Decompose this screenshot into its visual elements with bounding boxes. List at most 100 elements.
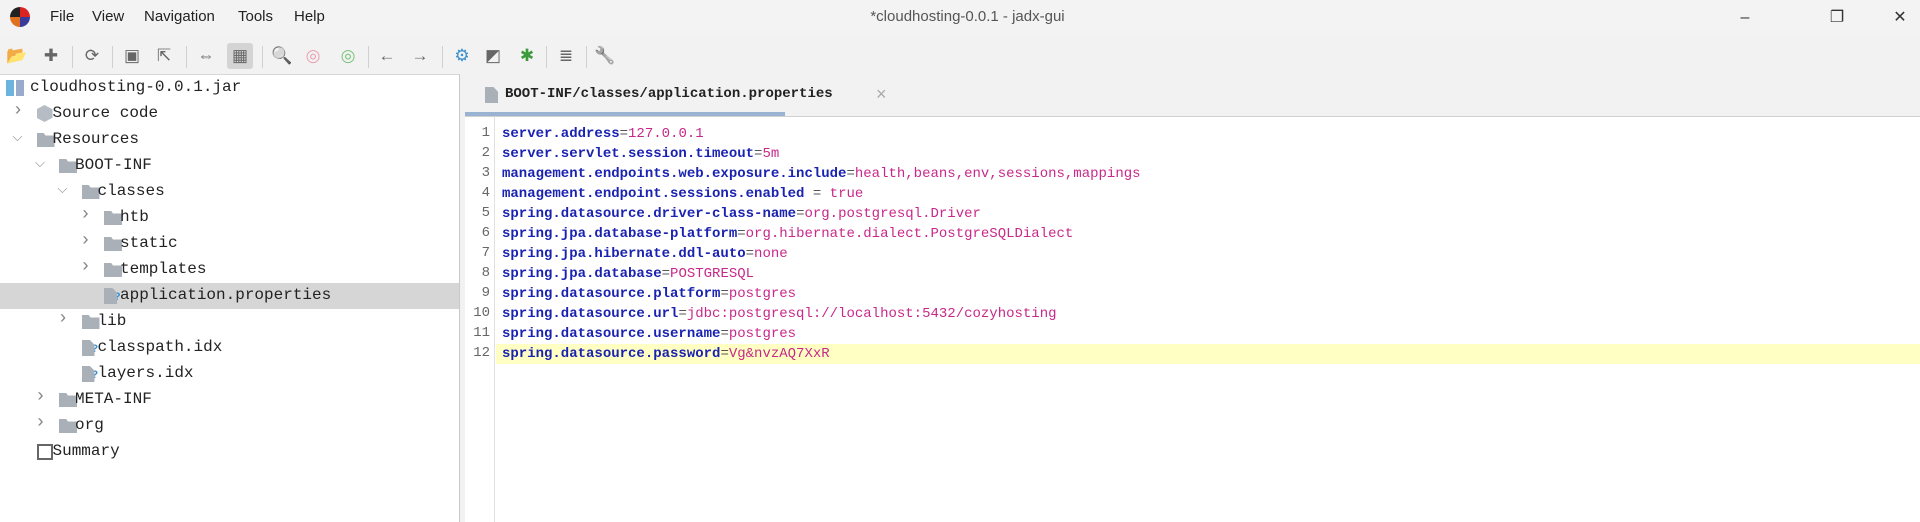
flatten-packages-button[interactable]: ▦: [227, 43, 253, 69]
tree-item-label: Source code: [52, 104, 159, 122]
open-file-button[interactable]: 📂: [4, 43, 30, 69]
search-text-icon: 🔍: [271, 46, 293, 65]
line-number: 9: [481, 285, 490, 301]
tree-item[interactable]: ? layers.idx: [0, 361, 459, 387]
search-text-button[interactable]: 🔍: [269, 43, 295, 69]
property-value: 127.0.0.1: [628, 126, 704, 142]
property-key: server.address: [502, 126, 620, 142]
tab-close-icon[interactable]: ×: [876, 84, 887, 105]
sync-with-editor-icon: ⇔: [197, 46, 215, 65]
back-button[interactable]: ←: [374, 43, 400, 69]
preferences-button[interactable]: 🔧: [592, 43, 618, 69]
toolbar-separator: [112, 46, 113, 68]
log-viewer-icon: ≣: [558, 46, 574, 65]
chevron-right-icon[interactable]: ›: [13, 101, 24, 121]
property-value: org.postgresql.Driver: [804, 206, 981, 222]
property-key: server.servlet.session.timeout: [502, 146, 755, 162]
code-line[interactable]: spring.datasource.url=jdbc:postgresql://…: [496, 304, 1920, 324]
code-line[interactable]: server.servlet.session.timeout=5m: [496, 144, 1920, 164]
chevron-down-icon[interactable]: ⌵: [58, 182, 68, 197]
chevron-right-icon[interactable]: ›: [80, 231, 91, 251]
line-number: 10: [473, 305, 490, 321]
save-all-icon: ▣: [123, 46, 141, 65]
tree-item[interactable]: cloudhosting-0.0.1.jar: [0, 75, 459, 101]
tree-item[interactable]: › templates: [0, 257, 459, 283]
toolbar-separator: [262, 46, 263, 68]
export-button[interactable]: ⇱: [151, 43, 177, 69]
tree-item-label: Summary: [52, 442, 120, 460]
quark-button[interactable]: ◩: [480, 43, 506, 69]
chevron-right-icon[interactable]: ›: [35, 413, 46, 433]
tree-item[interactable]: › org: [0, 413, 459, 439]
chevron-right-icon[interactable]: ›: [80, 205, 91, 225]
tab-label: BOOT-INF/classes/application.properties: [505, 86, 833, 102]
project-tree[interactable]: cloudhosting-0.0.1.jar › Source code ⌵ Resou…: [0, 74, 460, 522]
tree-item-label: BOOT-INF: [75, 156, 152, 174]
tree-item[interactable]: › static: [0, 231, 459, 257]
separator: =: [661, 266, 671, 282]
code-line[interactable]: spring.jpa.database=POSTGRESQL: [496, 264, 1920, 284]
tree-item-label: application.properties: [120, 286, 332, 304]
search-class-icon: ◎: [305, 46, 321, 65]
search-class-button[interactable]: ◎: [300, 43, 326, 69]
sync-with-editor-button[interactable]: ⇔: [193, 43, 219, 69]
tree-item[interactable]: ⌵ Resources: [0, 127, 459, 153]
tree-item[interactable]: Summary: [0, 439, 459, 465]
tree-item[interactable]: › lib: [0, 309, 459, 335]
property-key: spring.datasource.username: [502, 326, 721, 342]
close-window-button[interactable]: ✕: [1880, 6, 1920, 30]
log-viewer-button[interactable]: ≣: [553, 43, 579, 69]
tree-item[interactable]: › META-INF: [0, 387, 459, 413]
reload-button[interactable]: ⟳: [79, 43, 105, 69]
chevron-right-icon[interactable]: ›: [58, 309, 69, 329]
deobfuscation-icon: ⚙: [454, 46, 470, 65]
tree-item-label: htb: [120, 208, 149, 226]
chevron-right-icon[interactable]: ›: [35, 387, 46, 407]
code-line[interactable]: spring.datasource.platform=postgres: [496, 284, 1920, 304]
chevron-down-icon[interactable]: ⌵: [35, 156, 45, 171]
debugger-button[interactable]: ✱: [514, 43, 540, 69]
chevron-down-icon[interactable]: ⌵: [13, 130, 23, 145]
add-files-button[interactable]: ✚: [38, 43, 64, 69]
toolbar-separator: [368, 46, 369, 68]
code-line[interactable]: server.address=127.0.0.1: [496, 124, 1920, 144]
code-line[interactable]: spring.datasource.username=postgres: [496, 324, 1920, 344]
property-key: spring.jpa.database: [502, 266, 662, 282]
tree-item[interactable]: ? classpath.idx: [0, 335, 459, 361]
toolbar-separator: [546, 46, 547, 68]
tree-item-label: layers.idx: [97, 364, 194, 382]
chevron-right-icon[interactable]: ›: [80, 257, 91, 277]
tree-item[interactable]: ⌵ classes: [0, 179, 459, 205]
toolbar: 📂 ✚ ⟳ ▣ ⇱ ⇔ ▦ 🔍 ◎ ◎ ← → ⚙ ◩ ✱ ≣ 🔧: [0, 38, 1920, 74]
tree-item-label: cloudhosting-0.0.1.jar: [30, 78, 242, 96]
find-usage-icon: ◎: [340, 46, 356, 65]
tree-item[interactable]: › Source code: [0, 101, 459, 127]
code-line[interactable]: spring.jpa.hibernate.ddl-auto=none: [496, 244, 1920, 264]
tree-item[interactable]: ? application.properties: [0, 283, 459, 309]
code-line[interactable]: management.endpoint.sessions.enabled = t…: [496, 184, 1920, 204]
restore-button[interactable]: ❐: [1817, 6, 1857, 30]
code-line[interactable]: spring.jpa.database-platform=org.hiberna…: [496, 224, 1920, 244]
forward-button[interactable]: →: [407, 43, 433, 69]
property-value: 5m: [762, 146, 780, 162]
line-number: 5: [481, 205, 490, 221]
tree-item[interactable]: ⌵ BOOT-INF: [0, 153, 459, 179]
toolbar-separator: [442, 46, 443, 68]
property-key: spring.datasource.url: [502, 306, 679, 322]
save-all-button[interactable]: ▣: [119, 43, 145, 69]
code-line[interactable]: management.endpoints.web.exposure.includ…: [496, 164, 1920, 184]
deobfuscation-button[interactable]: ⚙: [449, 43, 475, 69]
separator: =: [745, 246, 755, 262]
toolbar-separator: [72, 46, 73, 68]
open-file-icon: 📂: [6, 46, 28, 65]
code-line[interactable]: spring.datasource.password=Vg&nvzAQ7XxR: [496, 344, 1920, 364]
file-icon: [104, 288, 117, 304]
property-value: org.hibernate.dialect.PostgreSQLDialect: [745, 226, 1074, 242]
code-line[interactable]: spring.datasource.driver-class-name=org.…: [496, 204, 1920, 224]
code-area[interactable]: 1 2 3 4 5 6 7 8 9 10 11 12 server.address=127.0.0.1…: [465, 117, 1920, 522]
tree-item-label: Resources: [52, 130, 139, 148]
tree-item[interactable]: › htb: [0, 205, 459, 231]
minimize-button[interactable]: –: [1725, 6, 1765, 30]
find-usage-button[interactable]: ◎: [335, 43, 361, 69]
property-value: POSTGRESQL: [670, 266, 755, 282]
